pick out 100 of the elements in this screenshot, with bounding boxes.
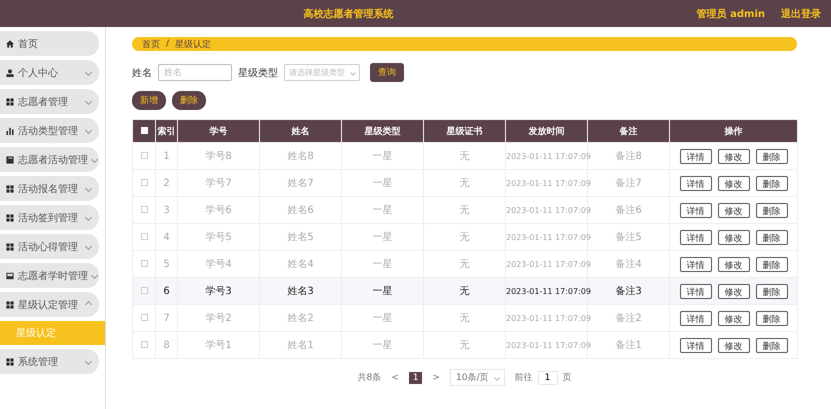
table-cell: 3 (156, 196, 178, 224)
search-button[interactable]: 查询 (370, 63, 404, 82)
table-cell: 无 (424, 224, 506, 250)
row-action-button[interactable]: 修改 (718, 148, 750, 164)
field-label: 星级类型 (238, 66, 278, 80)
menu-item[interactable]: 系统管理 (0, 349, 99, 374)
row-action-button[interactable]: 修改 (718, 230, 750, 244)
table-cell: 姓名3 (260, 278, 342, 304)
total-count: 共8条 (357, 372, 382, 384)
action-button[interactable]: 新增 (132, 91, 166, 110)
row-action-button[interactable]: 修改 (718, 202, 750, 218)
table-cell: 姓名6 (260, 196, 342, 224)
row-checkbox[interactable] (140, 260, 148, 268)
row-checkbox[interactable] (140, 287, 148, 294)
row-action-button[interactable]: 详情 (680, 230, 712, 244)
grid-icon (6, 98, 14, 106)
next-page-button[interactable]: > (432, 372, 440, 382)
column-header: 星级证书 (424, 120, 506, 142)
column-header: 发放时间 (506, 120, 588, 142)
row-action-button[interactable]: 删除 (756, 230, 788, 244)
table-cell: 6 (156, 278, 178, 304)
table-cell: 学号6 (178, 196, 260, 224)
menu-item[interactable]: 活动类型管理 (0, 118, 99, 143)
table-cell: 学号1 (178, 332, 260, 358)
name-input-field[interactable]: 姓名 (158, 64, 232, 81)
row-action-button[interactable]: 删除 (756, 202, 788, 218)
user-icon (6, 68, 14, 76)
row-checkbox[interactable] (140, 179, 148, 186)
document-icon (6, 156, 14, 164)
column-header: 姓名 (260, 120, 342, 142)
row-checkbox[interactable] (140, 206, 148, 214)
table-cell: 姓名8 (260, 142, 342, 170)
row-action-button[interactable]: 详情 (680, 148, 712, 164)
row-action-button[interactable]: 修改 (718, 176, 750, 190)
row-action-button[interactable]: 详情 (680, 284, 712, 298)
menu-item[interactable]: 活动心得管理 (0, 234, 99, 259)
page-size-select[interactable]: 10条/页 (450, 369, 505, 386)
page-unit-label: 页 (562, 372, 572, 384)
table-cell: 2 (156, 170, 178, 196)
breadcrumb-link[interactable]: 首页 (142, 38, 160, 50)
row-action-button[interactable]: 详情 (680, 256, 712, 272)
row-action-button[interactable]: 修改 (718, 310, 750, 326)
logout-link[interactable]: 退出登录 (781, 6, 821, 20)
grid-icon (6, 358, 14, 366)
table-cell: 4 (156, 224, 178, 250)
row-action-button[interactable]: 详情 (680, 310, 712, 326)
row-checkbox[interactable] (140, 314, 148, 322)
table-cell: 无 (424, 142, 506, 170)
table-cell: 8 (156, 332, 178, 358)
row-checkbox[interactable] (140, 341, 148, 348)
column-header: 备注 (588, 120, 670, 142)
row-action-button[interactable]: 删除 (756, 310, 788, 326)
row-action-button[interactable]: 详情 (680, 202, 712, 218)
column-header: 星级类型 (342, 120, 424, 142)
row-action-button[interactable]: 详情 (680, 338, 712, 352)
menu-item[interactable]: 个人中心 (0, 60, 99, 85)
menu-item[interactable]: 志愿者管理 (0, 89, 99, 114)
table-cell: 学号5 (178, 224, 260, 250)
menu-item[interactable]: 首页 (0, 31, 99, 56)
row-action-button[interactable]: 删除 (756, 176, 788, 190)
table-cell: 一星 (342, 224, 424, 250)
goto-label: 前往 (514, 372, 533, 384)
table-cell: 姓名2 (260, 304, 342, 332)
row-action-button[interactable]: 删除 (756, 256, 788, 272)
row-action-button[interactable]: 删除 (756, 148, 788, 164)
page-number[interactable]: 1 (408, 372, 422, 384)
action-button[interactable]: 删除 (172, 91, 206, 110)
row-action-button[interactable]: 修改 (718, 338, 750, 352)
column-header: 操作 (670, 120, 798, 142)
column-header: 学号 (178, 120, 260, 142)
table-cell: 一星 (342, 196, 424, 224)
page-input-field[interactable]: 1 (538, 370, 558, 384)
row-action-button[interactable]: 删除 (756, 338, 788, 352)
app-title: 高校志愿者管理系统 (302, 7, 394, 20)
menu-item[interactable]: 志愿者学时管理 (0, 263, 99, 288)
table-cell: 7 (156, 304, 178, 332)
select-all-checkbox[interactable] (140, 127, 148, 134)
table-cell: 一星 (342, 170, 424, 196)
user-label: 管理员 admin (696, 8, 765, 20)
menu-item[interactable]: 志愿者活动管理 (0, 147, 99, 172)
field-label: 姓名 (132, 66, 152, 80)
row-action-button[interactable]: 详情 (680, 176, 712, 190)
table-cell: 一星 (342, 142, 424, 170)
prev-page-button[interactable]: < (391, 372, 399, 382)
menu-item[interactable]: 活动签到管理 (0, 205, 99, 230)
table-cell: 学号3 (178, 278, 260, 304)
menu-item[interactable]: 星级认定管理 (0, 292, 99, 317)
row-checkbox[interactable] (140, 233, 148, 240)
breadcrumb-link[interactable]: 星级认定 (175, 38, 212, 50)
table-cell: 一星 (342, 278, 424, 304)
table-cell: 姓名5 (260, 224, 342, 250)
menu-item[interactable]: 活动报名管理 (0, 176, 99, 201)
row-action-button[interactable]: 修改 (718, 256, 750, 272)
table-cell: 姓名7 (260, 170, 342, 196)
book-icon (6, 272, 14, 280)
row-action-button[interactable]: 删除 (756, 284, 788, 298)
row-action-button[interactable]: 修改 (718, 284, 750, 298)
grid-icon (6, 242, 14, 250)
table-cell: 学号8 (178, 142, 260, 170)
row-checkbox[interactable] (140, 152, 148, 160)
